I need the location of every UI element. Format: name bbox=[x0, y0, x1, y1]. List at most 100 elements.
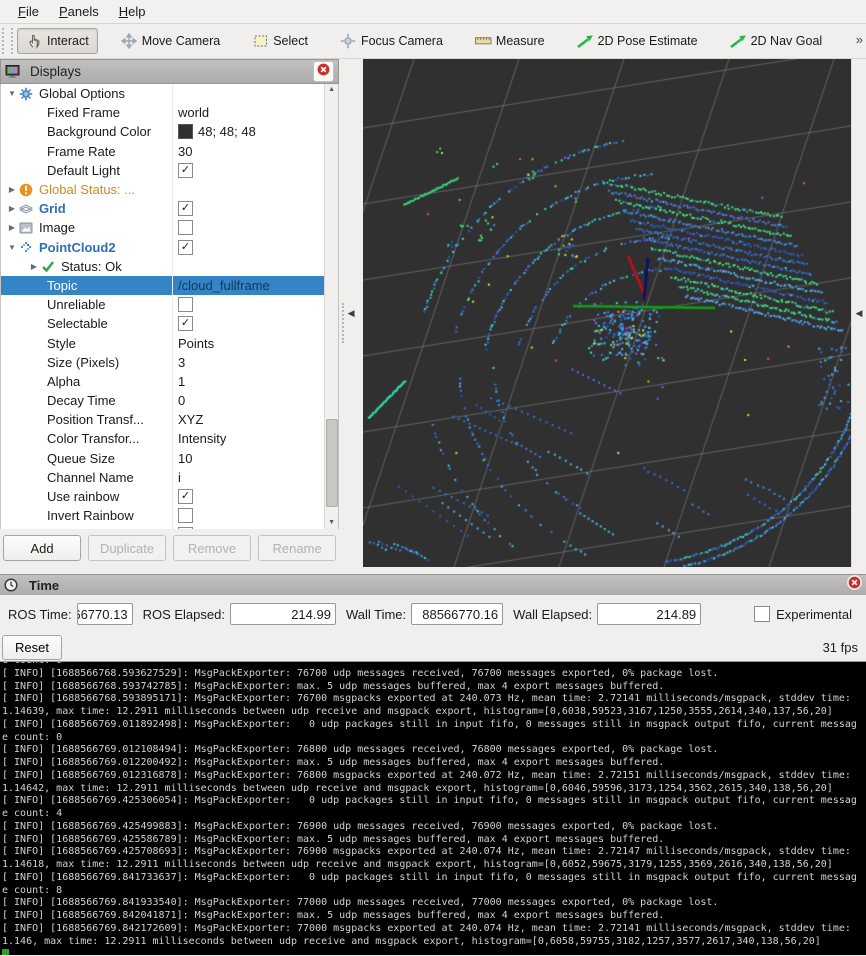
tree-row-frame-rate[interactable]: Frame Rate30 bbox=[1, 142, 338, 161]
property-value[interactable]: world bbox=[178, 105, 209, 120]
collapse-triangle-icon[interactable]: ▼ bbox=[5, 243, 19, 252]
wall-elapsed-input[interactable]: 214.89 bbox=[597, 603, 701, 625]
property-value[interactable]: Intensity bbox=[178, 431, 226, 446]
checkbox-checked[interactable]: ✓ bbox=[178, 316, 193, 331]
menu-item-help[interactable]: Help bbox=[109, 2, 156, 21]
expand-triangle-icon[interactable]: ▶ bbox=[5, 223, 19, 232]
ros-time-input[interactable]: 88566770.13 bbox=[77, 603, 133, 625]
property-value[interactable]: 30 bbox=[178, 144, 192, 159]
property-label: Use rainbow bbox=[47, 489, 119, 504]
checkbox-checked[interactable]: ✓ bbox=[178, 240, 193, 255]
expand-triangle-icon[interactable]: ▶ bbox=[27, 262, 41, 271]
tree-row-background-color[interactable]: Background Color48; 48; 48 bbox=[1, 122, 338, 141]
displays-property-tree: ▼Global OptionsFixed FrameworldBackgroun… bbox=[0, 84, 339, 529]
collapse-left-arrow-icon[interactable]: ◀ bbox=[348, 308, 355, 319]
log-line: 1.14642, max time: 12.2911 milliseconds … bbox=[2, 783, 866, 796]
tree-scrollbar[interactable]: ▲ ▼ bbox=[324, 84, 338, 529]
property-value[interactable]: XYZ bbox=[178, 412, 203, 427]
tree-row-topic[interactable]: Topic/cloud_fullframe bbox=[1, 276, 338, 295]
property-value[interactable]: 0 bbox=[178, 393, 185, 408]
tree-row-image[interactable]: ▶Image bbox=[1, 218, 338, 237]
time-close-button[interactable] bbox=[847, 578, 862, 593]
scroll-down-icon[interactable]: ▼ bbox=[325, 517, 338, 529]
color-swatch[interactable] bbox=[178, 124, 193, 139]
3d-viewport[interactable] bbox=[363, 59, 851, 567]
toolbar-drag-handle[interactable] bbox=[2, 28, 13, 54]
property-value[interactable]: 3 bbox=[178, 355, 185, 370]
right-splitter[interactable]: ◀ bbox=[851, 59, 866, 567]
tree-row-invert-rainbow[interactable]: Invert Rainbow bbox=[1, 506, 338, 525]
scroll-up-icon[interactable]: ▲ bbox=[325, 84, 338, 96]
checkbox-unchecked[interactable] bbox=[178, 220, 193, 235]
tool-2d-pose-estimate[interactable]: 2D Pose Estimate bbox=[568, 28, 707, 54]
tool-label: Interact bbox=[47, 34, 89, 48]
reset-button[interactable]: Reset bbox=[2, 635, 62, 660]
tree-row-status-ok[interactable]: ▶Status: Ok bbox=[1, 257, 338, 276]
tree-row-unreliable[interactable]: Unreliable bbox=[1, 295, 338, 314]
ros-elapsed-input[interactable]: 214.99 bbox=[230, 603, 336, 625]
expand-triangle-icon[interactable]: ▶ bbox=[5, 185, 19, 194]
menu-item-file[interactable]: File bbox=[8, 2, 49, 21]
tool-select[interactable]: Select bbox=[243, 28, 317, 54]
time-field-value: 88566770.16 bbox=[422, 607, 498, 622]
property-value[interactable]: Points bbox=[178, 336, 214, 351]
tree-row-queue-size[interactable]: Queue Size10 bbox=[1, 449, 338, 468]
collapse-triangle-icon[interactable]: ▼ bbox=[5, 89, 19, 98]
checkbox-unchecked[interactable] bbox=[178, 297, 193, 312]
tool-2d-nav-goal[interactable]: 2D Nav Goal bbox=[721, 28, 832, 54]
add-button[interactable]: Add bbox=[3, 535, 81, 561]
remove-button[interactable]: Remove bbox=[173, 535, 251, 561]
tree-row-pointcloud2[interactable]: ▼PointCloud2✓ bbox=[1, 238, 338, 257]
scrollbar-thumb[interactable] bbox=[326, 419, 338, 507]
property-value[interactable]: i bbox=[178, 470, 181, 485]
checkbox-unchecked[interactable] bbox=[178, 508, 193, 523]
tree-row-global-options[interactable]: ▼Global Options bbox=[1, 84, 338, 103]
check-icon bbox=[41, 259, 61, 273]
console-log[interactable]: e count: 0[ INFO] [1688566768.593627529]… bbox=[0, 662, 866, 955]
duplicate-button[interactable]: Duplicate bbox=[88, 535, 166, 561]
menu-item-panels[interactable]: Panels bbox=[49, 2, 109, 21]
experimental-checkbox[interactable] bbox=[754, 606, 770, 622]
expand-triangle-icon[interactable]: ▶ bbox=[5, 204, 19, 213]
time-panel-header[interactable]: Time bbox=[0, 575, 866, 595]
left-splitter[interactable]: ◀ bbox=[339, 59, 363, 567]
rename-button[interactable]: Rename bbox=[258, 535, 336, 561]
tree-row-color-transfor[interactable]: Color Transfor...Intensity bbox=[1, 429, 338, 448]
property-value[interactable]: 10 bbox=[178, 451, 192, 466]
tree-row-size-pixels[interactable]: Size (Pixels)3 bbox=[1, 353, 338, 372]
time-field-value: 88566770.13 bbox=[77, 607, 128, 622]
tree-row-use-rainbow[interactable]: Use rainbow ✓ bbox=[1, 487, 338, 506]
tree-row-style[interactable]: StylePoints bbox=[1, 333, 338, 352]
tree-row-default-light[interactable]: Default Light✓ bbox=[1, 161, 338, 180]
property-value[interactable]: 1 bbox=[178, 374, 185, 389]
tree-row-channel-name[interactable]: Channel Namei bbox=[1, 468, 338, 487]
tool-move-camera[interactable]: Move Camera bbox=[112, 28, 230, 54]
tool-interact[interactable]: Interact bbox=[17, 28, 98, 54]
wall-time-input[interactable]: 88566770.16 bbox=[411, 603, 503, 625]
tool-label: Measure bbox=[496, 34, 545, 48]
collapse-right-arrow-icon[interactable]: ◀ bbox=[856, 308, 863, 319]
checkbox-checked[interactable]: ✓ bbox=[178, 163, 193, 178]
property-value[interactable]: /cloud_fullframe bbox=[178, 278, 270, 293]
displays-panel-header[interactable]: Displays bbox=[0, 59, 339, 84]
checkbox-checked[interactable]: ✓ bbox=[178, 489, 193, 504]
tree-row-fixed-frame[interactable]: Fixed Frameworld bbox=[1, 103, 338, 122]
log-line: 1.14618, max time: 12.2911 milliseconds … bbox=[2, 859, 866, 872]
time-field-label: ROS Time: bbox=[8, 607, 72, 622]
toolbar-overflow-chevron[interactable]: » bbox=[856, 32, 863, 47]
tool-focus-camera[interactable]: Focus Camera bbox=[331, 28, 452, 54]
tree-row-alpha[interactable]: Alpha1 bbox=[1, 372, 338, 391]
tree-row-decay-time[interactable]: Decay Time0 bbox=[1, 391, 338, 410]
tree-row-blank[interactable] bbox=[1, 525, 338, 529]
property-value[interactable]: 48; 48; 48 bbox=[198, 124, 256, 139]
tree-row-grid[interactable]: ▶Grid✓ bbox=[1, 199, 338, 218]
tree-row-selectable[interactable]: Selectable✓ bbox=[1, 314, 338, 333]
displays-close-button[interactable] bbox=[313, 61, 334, 82]
checkbox-checked[interactable]: ✓ bbox=[178, 201, 193, 216]
checkbox-unchecked[interactable] bbox=[178, 527, 193, 529]
time-panel-title: Time bbox=[29, 578, 847, 593]
tree-row-global-status[interactable]: ▶Global Status: ... bbox=[1, 180, 338, 199]
tool-measure[interactable]: Measure bbox=[466, 28, 554, 54]
tree-row-position-transf[interactable]: Position Transf...XYZ bbox=[1, 410, 338, 429]
focus-icon bbox=[340, 33, 357, 49]
